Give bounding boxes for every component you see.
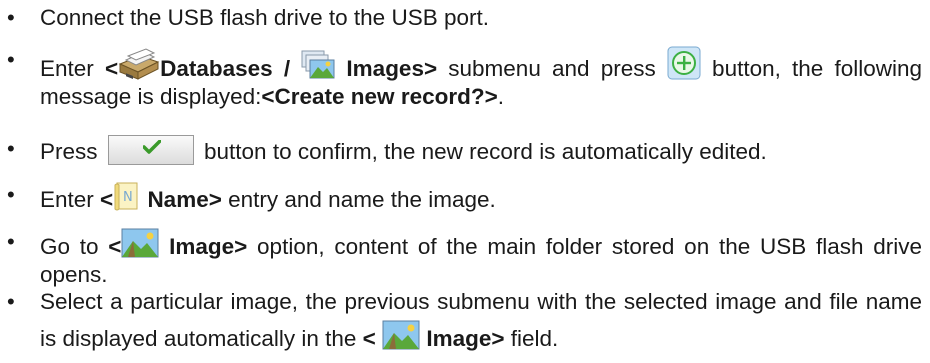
step-text: field. (504, 326, 559, 351)
step-bold: < (362, 326, 376, 351)
step-bold: < (108, 234, 122, 259)
step-bold: Images> (346, 56, 438, 81)
step-item: • Enter < Databases / Images> submenu an… (7, 46, 922, 111)
step-item: • Connect the USB flash drive to the USB… (7, 4, 922, 32)
images-icon (301, 50, 335, 80)
step-item: • Press button to confirm, the new recor… (7, 135, 922, 166)
step-text: Go to (40, 234, 109, 259)
step-bold: Databases / (160, 56, 291, 81)
bullet: • (7, 289, 15, 314)
step-bold: < (104, 56, 119, 81)
bullet: • (7, 5, 15, 30)
databases-icon (118, 48, 160, 80)
step-bold: Image> (169, 234, 248, 259)
step-item: • Select a particular image, the previou… (7, 284, 922, 357)
step-item: • Go to < Image> option, content of the … (7, 228, 922, 289)
bullet: • (7, 47, 15, 72)
name-icon: N (113, 181, 141, 211)
image-icon (121, 228, 159, 258)
bullet: • (7, 136, 15, 161)
add-icon (667, 46, 701, 80)
image-icon (382, 320, 420, 350)
step-text: entry and name the image. (221, 187, 496, 212)
instruction-page: • Connect the USB flash drive to the USB… (0, 0, 930, 363)
svg-text:N: N (123, 190, 133, 205)
bullet: • (7, 229, 15, 254)
step-text: Enter (40, 187, 101, 212)
step-bold: <Create new record?> (261, 84, 498, 109)
bullet: • (7, 182, 15, 207)
step-text: Enter (40, 56, 105, 81)
step-bold: < (100, 187, 114, 212)
step-text: submenu and press (437, 56, 667, 81)
step-text: Connect the USB flash drive to the USB p… (40, 5, 489, 30)
step-item: • Enter < N Name> entry and name the ima… (7, 181, 922, 214)
step-text: . (497, 84, 504, 109)
step-text: Press (40, 139, 104, 164)
confirm-button-icon (107, 135, 194, 165)
step-text: button to confirm, the new record is aut… (197, 139, 767, 164)
step-bold: Image> (426, 326, 505, 351)
step-bold: Name> (147, 187, 222, 212)
